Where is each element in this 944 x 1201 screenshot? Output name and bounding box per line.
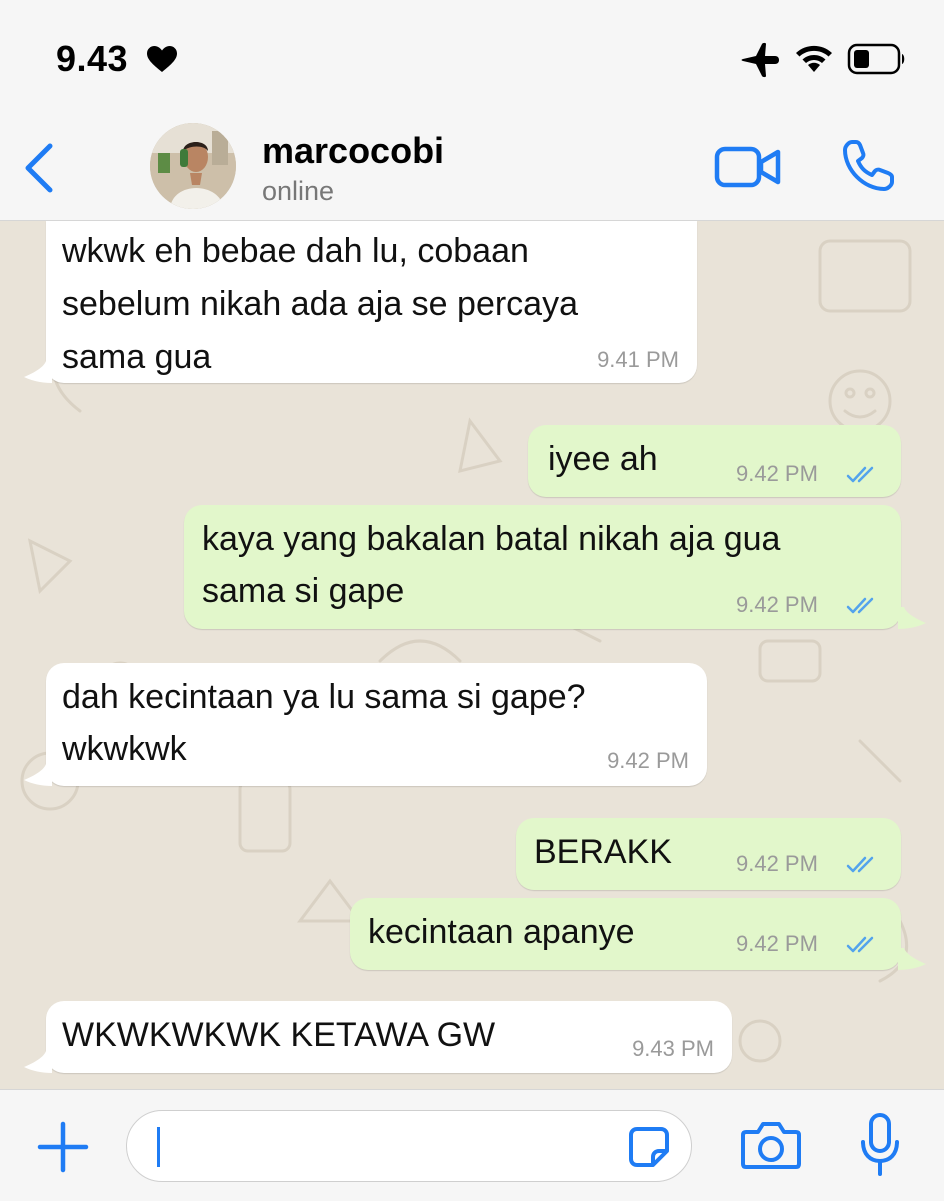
- message-text: iyee ah: [548, 440, 658, 478]
- microphone-icon[interactable]: [860, 1112, 900, 1178]
- airplane-icon: [741, 42, 779, 78]
- sticker-icon[interactable]: [627, 1125, 671, 1169]
- back-chevron-icon[interactable]: [20, 140, 60, 196]
- battery-icon: [847, 43, 905, 75]
- message-text: dah kecintaan ya lu sama si gape?: [62, 678, 586, 716]
- video-call-icon[interactable]: [714, 144, 782, 190]
- message-bubble-outgoing[interactable]: kecintaan apanye 9.42 PM: [350, 898, 901, 970]
- bubble-tail: [24, 361, 52, 383]
- message-text: wkwkwk: [62, 730, 187, 768]
- bubble-tail: [898, 607, 926, 629]
- message-text: sama gua: [62, 338, 212, 376]
- contact-status: online: [262, 176, 335, 206]
- text-caret: [157, 1127, 160, 1167]
- message-text: wkwk eh bebae dah lu, cobaan: [62, 232, 529, 270]
- message-bubble-incoming[interactable]: dah kecintaan ya lu sama si gape? wkwkwk…: [46, 663, 707, 786]
- message-time: 9.42 PM: [736, 931, 818, 956]
- avatar[interactable]: [150, 123, 236, 209]
- message-composer: [0, 1089, 944, 1201]
- message-time: 9.42 PM: [736, 851, 818, 876]
- message-bubble-incoming[interactable]: WKWKWKWK KETAWA GW 9.43 PM: [46, 1001, 732, 1073]
- message-time: 9.43 PM: [632, 1036, 714, 1061]
- bubble-tail: [24, 764, 52, 786]
- chat-header: marcocobi online: [0, 108, 944, 221]
- status-time: 9.43: [56, 38, 129, 79]
- message-text: BERAKK: [534, 833, 672, 871]
- read-ticks-icon: [846, 597, 874, 614]
- message-text: kecintaan apanye: [368, 913, 635, 951]
- camera-icon[interactable]: [740, 1120, 802, 1170]
- read-ticks-icon: [846, 466, 874, 483]
- heart-icon: [147, 46, 177, 72]
- message-bubble-outgoing[interactable]: BERAKK 9.42 PM: [516, 818, 901, 890]
- message-text: sebelum nikah ada aja se percaya: [62, 285, 578, 323]
- wifi-icon: [796, 45, 832, 72]
- status-bar: 9.43: [0, 0, 944, 108]
- message-text: sama si gape: [202, 572, 405, 610]
- message-time: 9.41 PM: [597, 347, 679, 372]
- message-input[interactable]: [126, 1110, 692, 1182]
- read-ticks-icon: [846, 936, 874, 953]
- bubble-tail: [898, 948, 926, 970]
- message-text: kaya yang bakalan batal nikah aja gua: [202, 520, 781, 558]
- message-bubble-incoming[interactable]: wkwk eh bebae dah lu, cobaan sebelum nik…: [46, 221, 697, 383]
- contact-name[interactable]: marcocobi: [262, 130, 444, 172]
- message-time: 9.42 PM: [736, 461, 818, 486]
- bubble-tail: [24, 1051, 52, 1073]
- message-time: 9.42 PM: [736, 592, 818, 617]
- message-bubble-outgoing[interactable]: kaya yang bakalan batal nikah aja gua sa…: [184, 505, 901, 629]
- chat-area[interactable]: wkwk eh bebae dah lu, cobaan sebelum nik…: [0, 221, 944, 1089]
- message-text: WKWKWKWK KETAWA GW: [62, 1016, 496, 1054]
- read-ticks-icon: [846, 856, 874, 873]
- phone-call-icon[interactable]: [840, 138, 896, 194]
- message-time: 9.42 PM: [607, 748, 689, 773]
- avatar-photo: [150, 123, 236, 209]
- message-bubble-outgoing[interactable]: iyee ah 9.42 PM: [528, 425, 901, 497]
- plus-icon[interactable]: [36, 1120, 90, 1174]
